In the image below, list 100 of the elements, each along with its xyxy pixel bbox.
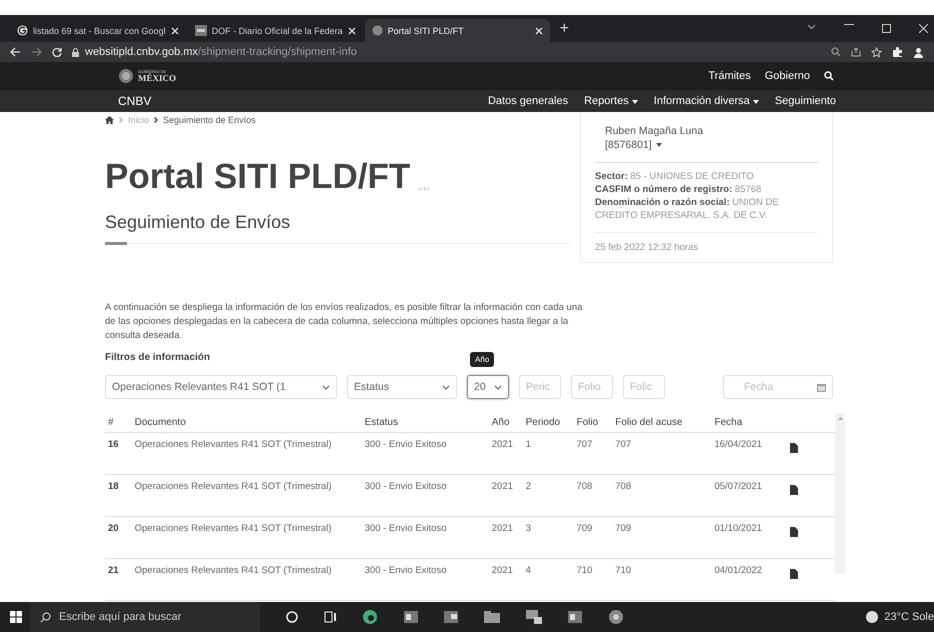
table-cell: 710 [612,558,712,600]
scrollbar[interactable] [835,413,845,573]
chevron-icon [494,384,502,390]
profile-icon[interactable] [913,46,924,58]
table-cell: Operaciones Relevantes R41 SOT (Trimestral) [132,432,362,474]
chevron-icon [322,384,330,390]
table-cell: 709 [573,516,612,558]
column-header: Fecha [711,413,787,432]
table-cell: 20 [105,516,132,558]
forward-icon[interactable] [31,47,42,57]
nav-link[interactable]: Seguimiento [774,95,836,107]
circle-icon[interactable] [286,611,298,623]
column-header: Folio del acuse [612,413,712,432]
task-view-icon[interactable] [324,611,336,623]
table-cell: 04/01/2022 [711,558,787,600]
new-tab-button[interactable]: + [552,20,577,42]
table-cell: 707 [612,432,712,474]
document-icon[interactable] [790,443,798,453]
chevron-icon [442,384,450,390]
caret-icon [752,100,759,104]
table-cell: Operaciones Relevantes R41 SOT (Trimestral) [132,558,362,600]
column-header: Periodo [522,413,574,432]
document-icon[interactable] [790,485,798,495]
nav-link[interactable]: Información diversa [654,95,759,107]
page-title: Portal SITI PLD/FT [105,159,410,194]
column-header: # [105,413,132,432]
puzzle-icon[interactable] [892,46,903,58]
star-icon[interactable] [871,46,882,58]
caret-icon [632,100,638,104]
word-app-icon[interactable] [404,611,418,623]
select-field[interactable]: Operaciones Relevantes R41 SOT (1 [105,375,337,399]
start-icon[interactable] [10,611,22,623]
session-date: 25 feb 2022 12:32 horas [595,232,818,254]
info-line: Sector: 85 - UNIONES DE CREDITO [595,170,755,183]
chevron-icon [154,117,158,123]
description-text: A continuación se despliega la información de los envíos realizados, es posible filtrar la información con cada una de las opciones desplegadas en la cabecera de cada columna, selecciona múltiples opciones hasta llegar a la consulta deseada. [105,301,584,343]
column-header: Año [488,413,523,432]
chevron-icon[interactable] [807,24,816,30]
home-icon[interactable] [105,116,114,124]
user-id[interactable]: [8576801] [605,138,652,152]
table-cell: 2021 [488,558,523,600]
table-cell: 2 [522,474,574,516]
minimize-icon[interactable] [844,24,854,26]
calendar-icon [817,382,826,392]
user-name[interactable]: Ruben Magaña Luna [605,124,818,138]
tooltip: Año [470,352,494,367]
table-cell: 710 [573,558,612,600]
globe-icon [372,25,383,36]
header-link[interactable]: Gobierno [764,70,810,82]
browser-tab[interactable]: listado 69 sat - Buscar con Googl [10,19,186,42]
reload-icon[interactable] [52,47,62,57]
caret-icon[interactable] [656,143,662,147]
document-icon[interactable] [790,569,798,579]
document-site-icon [194,25,207,36]
nav-link[interactable]: Datos generales [488,95,568,107]
table-cell: 16 [105,432,132,474]
header-link[interactable]: Trámites [708,70,751,82]
browser-app-icon[interactable] [362,609,378,625]
info-line: Denominación o razón social: UNION DE CREDITO EMPRESARIAL, S.A. DE C.V. [595,196,780,222]
section-title: Seguimiento de Envíos [105,212,292,233]
folder-icon[interactable] [484,611,500,623]
browser-tab[interactable]: DOF - Diario Oficial de la Federa [188,19,363,42]
close-icon[interactable] [170,26,179,34]
table-cell: 709 [612,516,712,558]
info-line: CASFIM o número de registro: 85768 [595,183,762,196]
select-field[interactable]: Estatus [347,375,457,399]
logo-text: MÉXICO [138,74,176,82]
zoom-icon[interactable] [831,47,841,57]
table-cell: 1 [522,432,574,474]
table-cell: 16/04/2021 [711,432,787,474]
taskbar-search-field[interactable]: Escribe aquí para buscar [30,602,260,632]
browser-tab[interactable]: Portal SITI PLD/FT [364,19,550,42]
table-cell: 707 [573,432,612,474]
weather-text: 23°C Sole [884,611,934,623]
column-header: Folio [573,413,612,432]
search-icon[interactable] [824,71,834,81]
close-icon[interactable] [919,24,928,33]
filters-label: Filtros de información [105,352,210,363]
browser-app-icon[interactable] [608,609,624,625]
site-brand[interactable]: CNBV [118,94,152,108]
computer-icon[interactable] [526,610,542,624]
table-cell: 2021 [488,516,523,558]
table-cell: 300 - Envio Exitoso [362,474,489,516]
table-cell: 300 - Envio Exitoso [362,516,489,558]
close-icon[interactable] [534,26,543,34]
table-cell: 3 [522,516,574,558]
table-cell: 2021 [488,474,523,516]
search-icon [40,612,51,622]
table-cell: 4 [522,558,574,600]
maximize-icon[interactable] [882,24,891,33]
weather-icon [866,611,878,623]
back-icon[interactable] [10,47,21,57]
mail-app-icon[interactable] [444,611,458,623]
document-icon[interactable] [790,527,798,537]
spreadsheet-app-icon[interactable] [568,611,582,623]
nav-link[interactable]: Reportes [584,95,638,107]
chevron-icon [119,117,123,123]
emblem-icon [118,68,134,84]
share-icon[interactable] [851,47,861,57]
close-icon[interactable] [348,26,356,34]
